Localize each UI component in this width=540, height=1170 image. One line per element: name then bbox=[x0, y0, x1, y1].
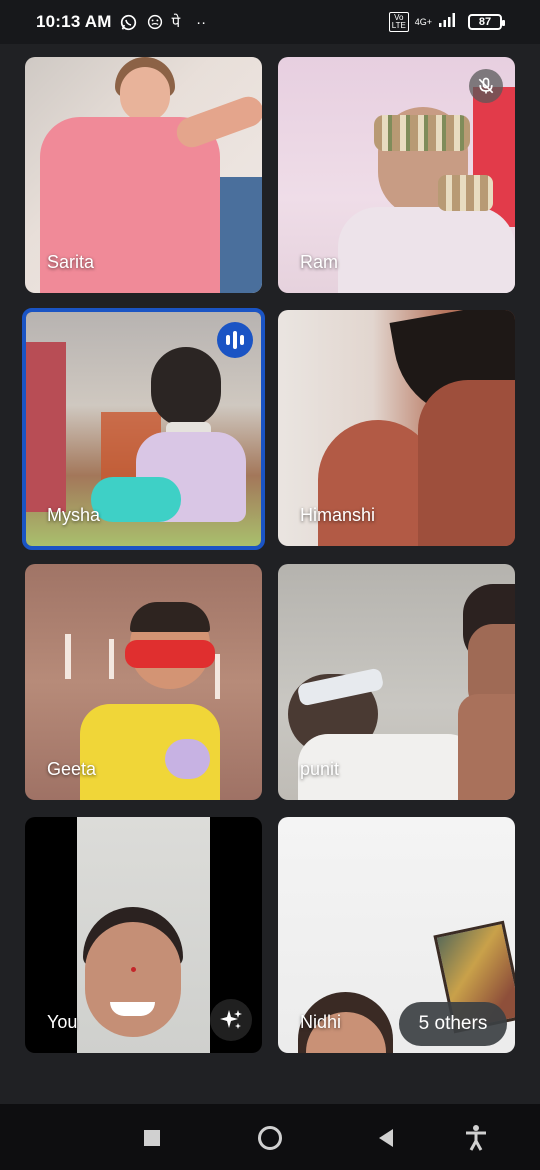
accessibility-icon[interactable] bbox=[462, 1124, 490, 1152]
participant-name: Sarita bbox=[47, 252, 95, 272]
participant-grid: Sarita Ram Mysha Himanshi Geeta punit Yo… bbox=[0, 0, 540, 1170]
recents-square-icon[interactable] bbox=[138, 1124, 166, 1152]
others-button[interactable]: 5 others bbox=[399, 1002, 507, 1046]
effects-sparkle-icon[interactable] bbox=[210, 999, 252, 1041]
speaking-indicator-icon bbox=[217, 322, 253, 358]
participant-name: punit bbox=[300, 759, 340, 779]
system-nav-bar bbox=[0, 1104, 540, 1170]
participant-name: Geeta bbox=[47, 759, 97, 779]
participant-name: Ram bbox=[300, 252, 339, 272]
participant-name: Himanshi bbox=[300, 505, 376, 525]
back-triangle-icon[interactable] bbox=[372, 1124, 400, 1152]
participant-name: You bbox=[47, 1012, 78, 1032]
participant-tile-ram[interactable]: Ram bbox=[278, 57, 515, 293]
participant-name: Nidhi bbox=[300, 1012, 342, 1032]
mic-off-icon bbox=[469, 69, 503, 103]
participant-tile-himanshi[interactable]: Himanshi bbox=[278, 310, 515, 546]
participant-tile-sarita[interactable]: Sarita bbox=[25, 57, 262, 293]
participant-name: Mysha bbox=[47, 505, 101, 525]
participant-tile-self[interactable]: You bbox=[25, 817, 262, 1053]
participant-tile-geeta[interactable]: Geeta bbox=[25, 564, 262, 800]
participant-tile-punit[interactable]: punit bbox=[278, 564, 515, 800]
home-circle-icon[interactable] bbox=[256, 1124, 284, 1152]
participant-tile-mysha[interactable]: Mysha bbox=[22, 308, 265, 550]
